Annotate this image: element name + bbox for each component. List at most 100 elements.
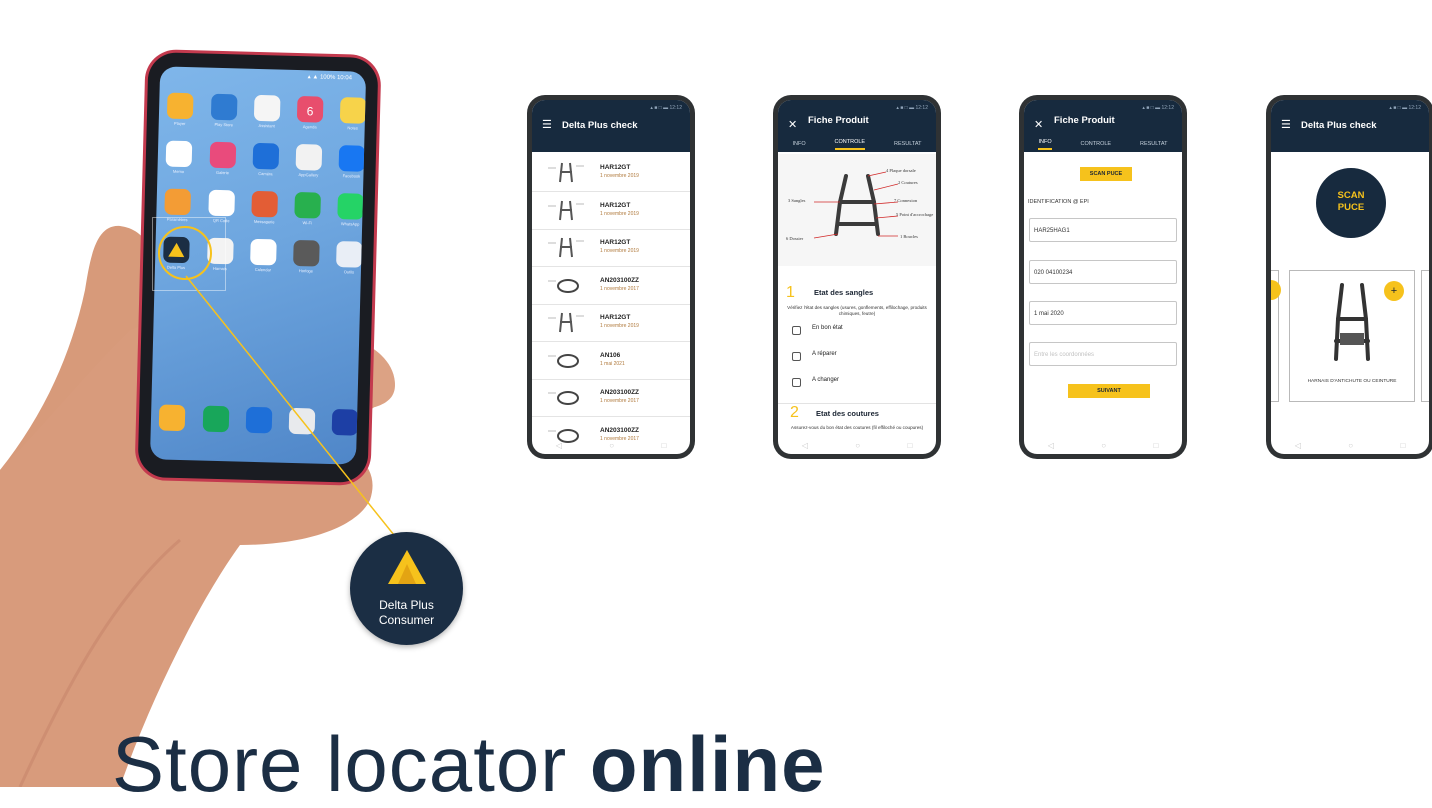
reference-field[interactable]: HAR25HAG1 [1029, 218, 1177, 242]
diagram-label-accrochage: 5 Point d'accrochage [896, 212, 933, 217]
product-date: 1 novembre 2019 [600, 248, 639, 254]
product-date: 1 mai 2021 [600, 360, 625, 367]
date-field[interactable]: 1 mai 2020 [1029, 301, 1177, 325]
product-list-item[interactable]: AN203100ZZ 1 novembre 2017 [532, 267, 690, 305]
home-icon[interactable]: ○ [1348, 441, 1353, 450]
product-code: HAR12GT [600, 314, 631, 321]
android-nav-bar: ◁ ○ □ [1024, 436, 1182, 454]
section-title-sangles: Etat des sangles [814, 288, 874, 297]
status-time: ▴ ■ □ ▬ 12:12 [1142, 105, 1174, 111]
product-list-item[interactable]: HAR12GT 1 novembre 2019 [532, 192, 690, 230]
scan-puce-button[interactable]: SCAN PUCE [1080, 167, 1132, 181]
next-button[interactable]: SUIVANT [1068, 384, 1150, 398]
product-list-item[interactable]: AN203100ZZ 1 novembre 2017 [532, 379, 690, 417]
next-card[interactable] [1421, 270, 1429, 402]
harness-image [1334, 283, 1370, 361]
close-icon[interactable]: ✕ [1034, 118, 1043, 131]
app-title: Delta Plus check [562, 120, 638, 131]
callout-line1: Delta Plus [379, 598, 434, 612]
status-time: ▴ ■ □ ▬ 12:12 [896, 105, 928, 111]
home-icon[interactable]: ○ [1101, 441, 1106, 450]
tab-info[interactable]: INFO [792, 141, 805, 147]
product-code: HAR12GT [600, 164, 631, 171]
option-checkbox[interactable] [792, 326, 801, 335]
product-code: AN106 [600, 351, 621, 359]
product-code: HAR12GT [600, 201, 631, 209]
section-desc-coutures: Assurez-vous du bon état des coutures (f… [790, 425, 924, 430]
back-icon[interactable]: ◁ [1295, 441, 1301, 450]
option-label: En bon état [812, 325, 843, 331]
app-header: ▴ ■ □ ▬ 12:12 ✕ Fiche Produit INFO CONTR… [778, 100, 936, 152]
option-checkbox[interactable] [792, 352, 801, 361]
puce-label: PUCE [1337, 202, 1365, 213]
phone-screen-product-info: ▴ ■ □ ▬ 12:12 ✕ Fiche Produit INFO CONTR… [1019, 95, 1187, 459]
product-date: 1 novembre 2019 [600, 173, 639, 179]
scan-puce-button[interactable]: SCAN PUCE [1316, 168, 1386, 238]
scan-label: SCAN [1337, 190, 1365, 201]
delta-logo-icon [388, 550, 426, 584]
coordinates-field[interactable]: Entre les coordonnées [1029, 342, 1177, 366]
back-icon[interactable]: ◁ [556, 441, 562, 450]
tab-info[interactable]: INFO [1038, 139, 1052, 150]
product-list-item[interactable]: HAR12GT 1 novembre 2019 [532, 304, 690, 342]
product-date: 1 novembre 2017 [600, 285, 639, 292]
diagram-label-dossier: 6 Dossier [786, 236, 804, 241]
section-number-1: 1 [786, 284, 795, 301]
tab-controle[interactable]: CONTROLE [1081, 141, 1112, 147]
diagram-label-boucles: 1 Boucles [900, 234, 918, 239]
recents-icon[interactable]: □ [1400, 441, 1405, 450]
android-nav-bar: ◁ ○ □ [1271, 436, 1429, 454]
recents-icon[interactable]: □ [661, 441, 666, 450]
app-header: ▴ ■ □ ▬ 12:12 ✕ Fiche Produit INFO CONTR… [1024, 100, 1182, 152]
product-thumbnail [548, 162, 584, 183]
product-list-item[interactable]: HAR12GT 1 novembre 2019 [532, 229, 690, 267]
serial-number-field[interactable]: 020 04100234 [1029, 260, 1177, 284]
callout-connector [185, 275, 399, 541]
tab-controle[interactable]: CONTROLE [834, 139, 866, 150]
section-desc-sangles: Vérifiez l'état des sangles (usures, gon… [787, 305, 927, 316]
hamburger-menu-icon[interactable]: ☰ [1281, 118, 1291, 131]
app-title: Fiche Produit [1054, 115, 1115, 126]
add-button[interactable]: + [1384, 281, 1404, 301]
home-icon[interactable]: ○ [609, 441, 614, 450]
product-thumbnail [548, 278, 579, 293]
store-locator-heading: Store locator online [112, 725, 826, 803]
hamburger-menu-icon[interactable]: ☰ [542, 118, 552, 131]
android-nav-bar: ◁ ○ □ [778, 436, 936, 454]
product-thumbnail [548, 353, 579, 368]
identification-label: IDENTIFICATION @ EPI [1028, 199, 1089, 205]
product-date: 1 novembre 2017 [600, 398, 639, 404]
callout-line2: Consumer [378, 613, 435, 627]
product-thumbnail [548, 391, 579, 405]
product-code: AN203100ZZ [600, 389, 640, 396]
home-icon[interactable]: ○ [855, 441, 860, 450]
option-checkbox[interactable] [792, 378, 801, 387]
app-header: ▴ ■ □ ▬ 12:12 ☰ Delta Plus check [1271, 100, 1429, 152]
tab-resultat[interactable]: RESULTAT [894, 141, 922, 147]
product-thumbnail [548, 312, 584, 333]
close-icon[interactable]: ✕ [788, 118, 797, 131]
product-card[interactable]: + HARNAIS D'ANTICHUTE OU CEINTURE [1289, 270, 1415, 402]
diagram-label-coutures: 2 Coutures [898, 180, 918, 185]
back-icon[interactable]: ◁ [1048, 441, 1054, 450]
tab-resultat[interactable]: RESULTAT [1140, 141, 1168, 147]
section-number-2: 2 [790, 404, 799, 421]
heading-bold: online [589, 720, 826, 808]
product-code: HAR12GT [600, 239, 631, 246]
recents-icon[interactable]: □ [1153, 441, 1158, 450]
back-icon[interactable]: ◁ [802, 441, 808, 450]
card-caption: HARNAIS D'ANTICHUTE OU CEINTURE [1307, 379, 1397, 384]
diagram-label-sangles: 3 Sangles [788, 198, 806, 203]
recents-icon[interactable]: □ [907, 441, 912, 450]
product-list-item[interactable]: AN106 1 mai 2021 [532, 342, 690, 380]
heading-light: Store locator [112, 720, 590, 808]
phone-screen-product-list: ▴ ■ □ ▬ 12:12 ☰ Delta Plus check HAR12GT… [527, 95, 695, 459]
delta-plus-consumer-app-badge[interactable]: Delta Plus Consumer [350, 532, 463, 645]
option-label: A changer [812, 377, 840, 383]
product-code: AN203100ZZ [600, 426, 640, 434]
product-list-item[interactable]: HAR12GT 1 novembre 2019 [532, 154, 690, 192]
harness-diagram: 4 Plaque dorsale 2 Coutures 3 Sangles 7 … [778, 154, 936, 266]
option-label: A réparer [812, 351, 837, 357]
product-code: AN203100ZZ [600, 276, 640, 284]
phone-screen-scan: ▴ ■ □ ▬ 12:12 ☰ Delta Plus check SCAN PU… [1266, 95, 1432, 459]
